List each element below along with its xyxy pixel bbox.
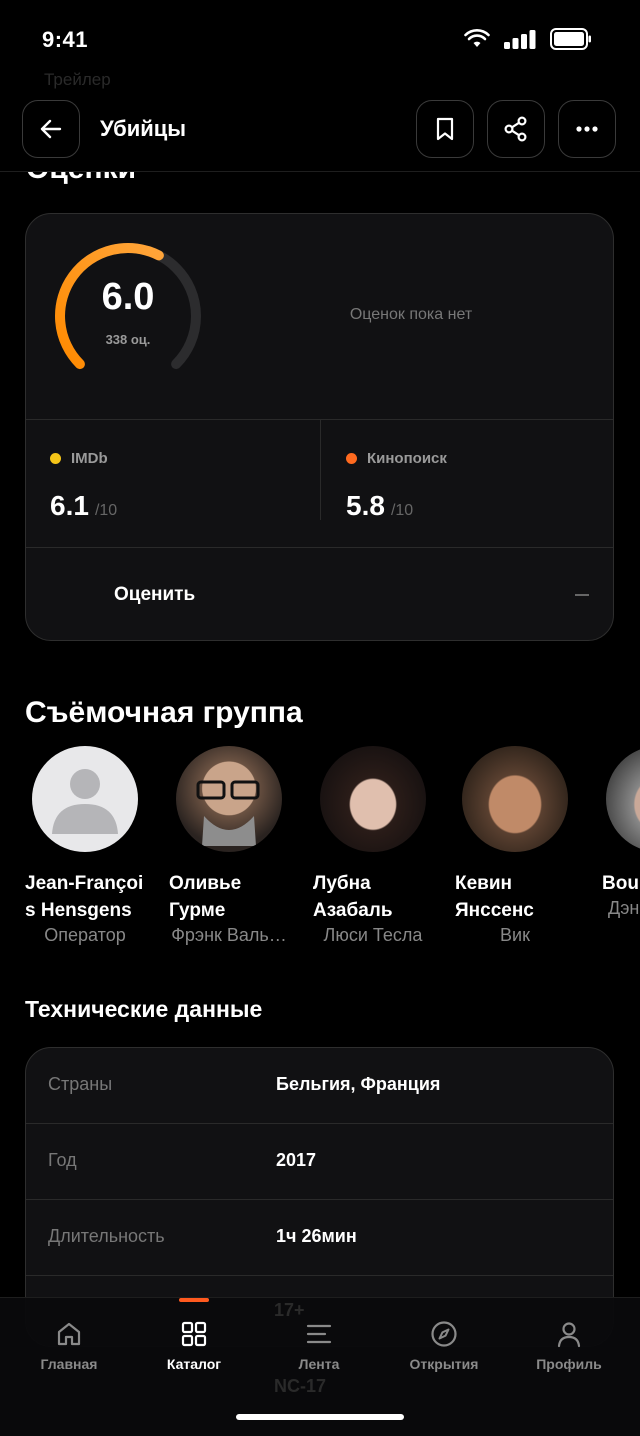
kinopoisk-dot-icon	[346, 453, 357, 464]
rating-score: 6.0	[101, 276, 155, 318]
kinopoisk-source-label: Кинопоиск	[346, 450, 447, 467]
status-bar: 9:41	[0, 0, 640, 80]
tech-value: 2017	[276, 1150, 317, 1170]
tab-label: Профиль	[536, 1356, 602, 1372]
tech-section-title: Технические данные	[25, 996, 263, 1022]
score-max: /10	[94, 502, 118, 519]
score-value: 5.8	[346, 490, 385, 521]
avatar-photo	[176, 746, 282, 852]
crew-section-title: Съёмочная группа	[25, 696, 303, 729]
back-button[interactable]	[22, 100, 80, 158]
battery-icon	[550, 28, 592, 55]
share-button[interactable]	[487, 100, 545, 158]
rating-count: 338 оц.	[105, 332, 151, 347]
crew-card[interactable]: Лубна Азабаль Люси Тесла	[303, 744, 443, 946]
page-title: Убийцы	[100, 116, 187, 141]
tech-value: Бельгия, Франция	[276, 1074, 441, 1094]
scrolled-under-age-rating: 17+	[274, 1300, 305, 1320]
avatar-photo	[606, 746, 640, 852]
feed-icon	[306, 1324, 332, 1344]
crew-card[interactable]: Оливье Гурме Фрэнк Валь…	[159, 744, 299, 946]
status-icons	[464, 28, 592, 55]
tech-row-countries: Страны Бельгия, Франция	[26, 1048, 613, 1124]
ratings-card: 6.0 338 оц. Оценок пока нет IMDb 6.1/10 …	[25, 213, 614, 641]
active-tab-indicator	[179, 1298, 209, 1302]
scrolled-under-text: Трейлер	[44, 70, 111, 89]
score-max: /10	[390, 502, 414, 519]
person-name: Jean-Françoi s Hensgens	[25, 873, 144, 921]
tab-profile[interactable]: Профиль	[507, 1298, 631, 1398]
tab-catalog[interactable]: Каталог	[132, 1298, 256, 1398]
person-name: Оливье Гурме	[169, 873, 242, 921]
crew-card[interactable]: Jean-Françoi s Hensgens Оператор	[15, 744, 155, 946]
score-value: 6.1	[50, 490, 89, 521]
imdb-score: 6.1/10	[50, 490, 117, 522]
top-app-bar: Убийцы	[0, 90, 640, 172]
status-time: 9:41	[42, 27, 89, 52]
tab-label: Главная	[40, 1356, 98, 1372]
source-name: Кинопоиск	[367, 450, 447, 467]
tech-row-duration: Длительность 1ч 26мин	[26, 1200, 613, 1276]
tech-row-year: Год 2017	[26, 1124, 613, 1200]
avatar-placeholder-icon	[32, 746, 138, 852]
scrolled-under-mpaa-rating: NC-17	[274, 1376, 327, 1396]
tech-key: Страны	[48, 1074, 113, 1094]
person-name: Boul	[602, 873, 640, 894]
avatar-photo	[462, 746, 568, 852]
tech-key: Длительность	[48, 1226, 165, 1246]
crew-card[interactable]: Boul Дэн	[590, 744, 640, 919]
more-dots-icon	[576, 126, 598, 132]
imdb-source-label: IMDb	[50, 450, 108, 467]
person-role: Люси Тесла	[323, 925, 423, 945]
home-icon	[57, 1322, 81, 1346]
compass-icon	[431, 1321, 457, 1347]
home-indicator	[236, 1414, 404, 1420]
crew-card[interactable]: Кевин Янссенс Вик	[445, 744, 585, 946]
tab-label: Открытия	[409, 1356, 479, 1372]
bookmark-button[interactable]	[416, 100, 474, 158]
source-name: IMDb	[71, 450, 108, 467]
divider	[26, 547, 613, 548]
person-role: Вик	[500, 925, 530, 945]
person-role: Оператор	[44, 925, 126, 945]
arrow-left-icon	[40, 119, 62, 139]
wifi-icon	[464, 29, 490, 54]
crew-carousel[interactable]: Jean-Françoi s Hensgens Оператор Оливье Гу…	[0, 744, 640, 954]
tab-label: Каталог	[166, 1356, 222, 1372]
signal-icon	[504, 29, 536, 54]
rate-dash-icon	[575, 594, 589, 596]
rate-button[interactable]: Оценить	[114, 584, 195, 606]
tech-key: Год	[48, 1150, 77, 1170]
profile-icon	[557, 1322, 581, 1348]
avatar-photo	[320, 746, 426, 852]
share-icon	[504, 116, 527, 142]
tech-value: 1ч 26мин	[276, 1226, 357, 1246]
tab-discover[interactable]: Открытия	[382, 1298, 506, 1398]
bookmark-icon	[436, 117, 454, 141]
person-role: Фрэнк Валь…	[171, 925, 287, 945]
kinopoisk-score: 5.8/10	[346, 490, 413, 522]
tab-home[interactable]: Главная	[7, 1298, 131, 1398]
rating-gauge: 6.0 338 оц.	[52, 240, 204, 392]
person-name: Кевин Янссенс	[455, 873, 534, 921]
more-options-button[interactable]	[558, 100, 616, 158]
person-role: Дэн	[608, 898, 640, 918]
person-name: Лубна Азабаль	[313, 873, 393, 921]
imdb-dot-icon	[50, 453, 61, 464]
tab-label: Лента	[298, 1356, 340, 1372]
grid-icon	[181, 1321, 207, 1347]
divider	[320, 420, 321, 520]
no-ratings-text: Оценок пока нет	[349, 306, 473, 323]
